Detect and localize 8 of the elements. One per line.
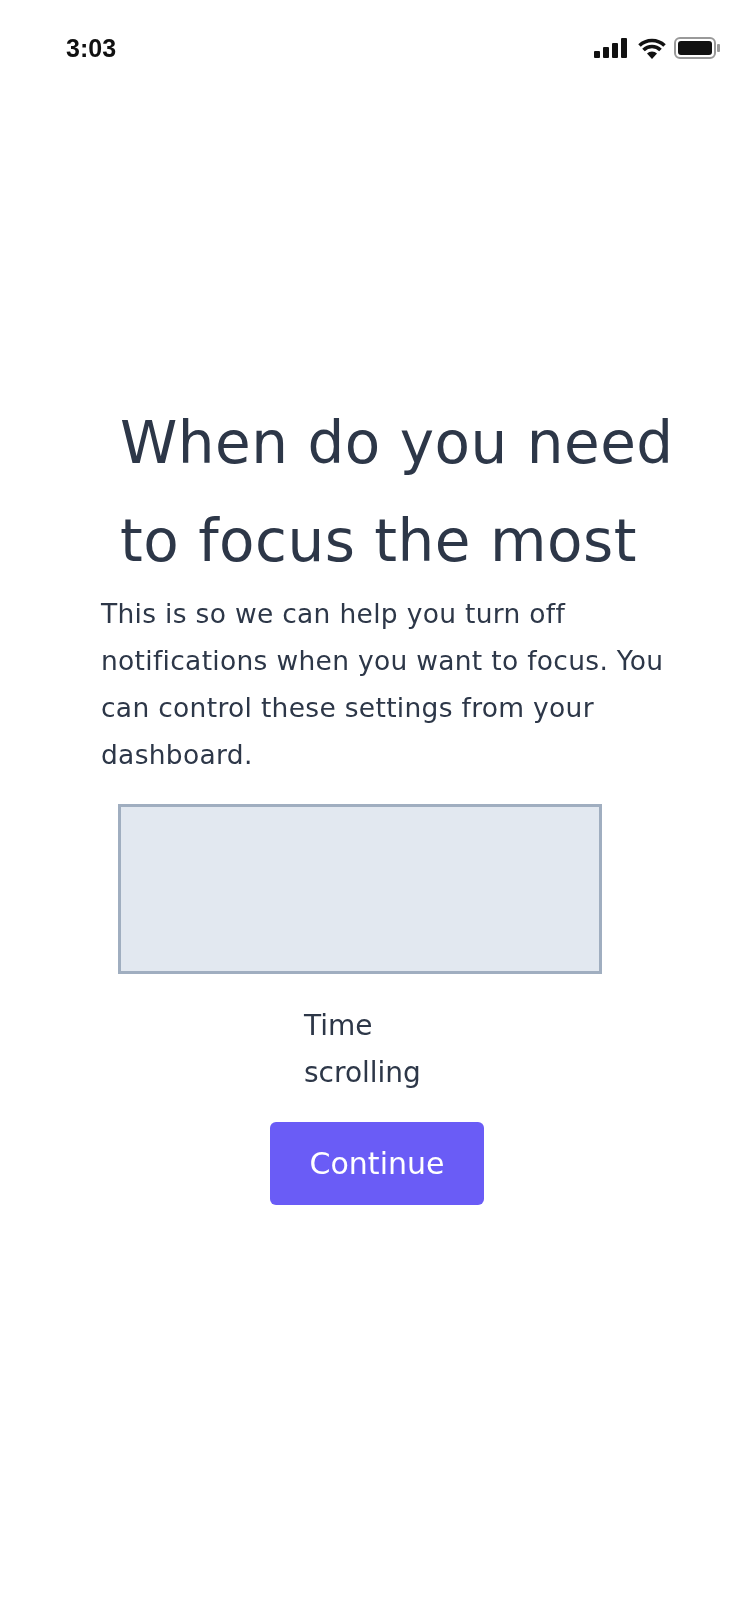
caption-text: Time scrolling: [304, 1008, 422, 1091]
page-title: When do you need to focus the most: [120, 408, 675, 577]
description-text: This is so we can help you turn off notifications when you want to focus. You can control these settings from your dashboard.: [101, 597, 665, 772]
status-time: 3:03: [66, 33, 117, 63]
wifi-icon: [638, 37, 666, 59]
battery-icon: [674, 37, 720, 59]
continue-button[interactable]: Continue: [270, 1122, 484, 1205]
signal-icon: [594, 38, 630, 58]
